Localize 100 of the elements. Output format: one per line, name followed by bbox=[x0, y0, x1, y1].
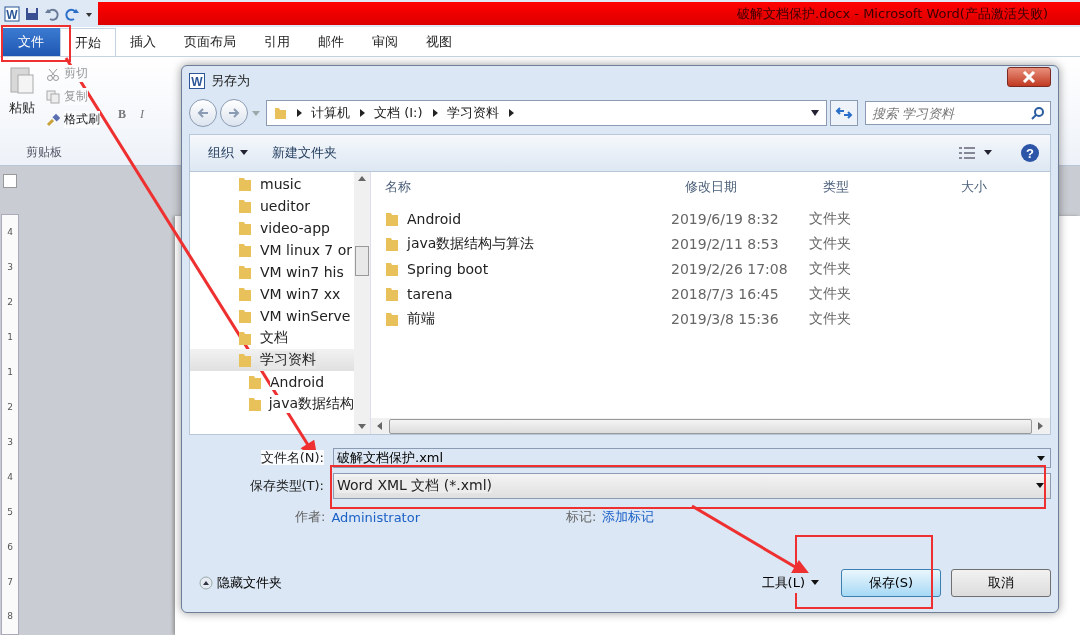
caret-icon bbox=[240, 150, 248, 156]
date-cell-text: 2019/2/11 8:53 bbox=[671, 235, 780, 252]
chevron-icon[interactable] bbox=[358, 108, 366, 118]
tree-item[interactable]: ueditor bbox=[190, 195, 354, 217]
ruler-number: 2 bbox=[7, 297, 13, 308]
back-arrow-icon bbox=[196, 107, 210, 119]
author-label: 作者: bbox=[295, 508, 326, 526]
folder-icon bbox=[385, 285, 399, 302]
scissors-icon[interactable] bbox=[46, 66, 60, 81]
dialog-button[interactable]: 保存(S) bbox=[841, 569, 941, 597]
folder-icon bbox=[385, 235, 399, 252]
group-label: 剪贴板 bbox=[25, 144, 62, 161]
help-icon[interactable]: ? bbox=[1020, 143, 1040, 163]
tree-item[interactable]: java数据结构 bbox=[190, 393, 354, 415]
file-name-cell[interactable]: tarena bbox=[371, 285, 671, 302]
folder-icon bbox=[385, 310, 399, 327]
close-icon bbox=[1022, 71, 1036, 83]
forward-arrow-icon bbox=[227, 107, 241, 119]
breadcrumb[interactable]: 计算机 bbox=[311, 104, 350, 122]
tree-item[interactable]: VM win7 xx bbox=[190, 283, 354, 305]
breadcrumb[interactable]: 文档 (I:) bbox=[374, 104, 423, 122]
ruler-number: 4 bbox=[7, 471, 13, 482]
chevron-icon[interactable] bbox=[506, 108, 515, 118]
scroll-down-icon[interactable] bbox=[358, 424, 366, 430]
folder-icon bbox=[238, 220, 252, 236]
tree-item[interactable]: video-app bbox=[190, 217, 354, 239]
add-tags-link[interactable]: 添加标记 bbox=[602, 508, 655, 526]
ruler-number: 2 bbox=[7, 402, 13, 412]
folder-icon bbox=[238, 330, 252, 346]
tree-item[interactable]: 文档 bbox=[190, 327, 354, 349]
tags-label: 标记: bbox=[566, 508, 597, 526]
search-field[interactable]: 搜索 学习资料 bbox=[865, 101, 1051, 125]
ribbon-tab[interactable]: 邮件 bbox=[304, 28, 358, 56]
refresh-button[interactable] bbox=[830, 100, 858, 126]
hide-folders-button[interactable]: 隐藏文件夹 bbox=[189, 574, 292, 592]
scroll-up-icon[interactable] bbox=[358, 176, 366, 182]
ruler-number: 3 bbox=[7, 262, 13, 273]
caret-icon bbox=[811, 580, 819, 586]
author-link[interactable]: Administrator bbox=[331, 509, 420, 525]
folder-icon bbox=[238, 198, 252, 214]
tree-item[interactable]: Android bbox=[190, 371, 354, 393]
chevron-icon[interactable] bbox=[295, 108, 303, 118]
format-painter-label[interactable]: 格式刷 bbox=[64, 111, 100, 128]
ruler-number: 6 bbox=[7, 541, 13, 552]
ribbon-tab[interactable]: 引用 bbox=[250, 28, 304, 56]
tree-item[interactable]: music bbox=[190, 173, 354, 195]
scroll-left-icon[interactable] bbox=[377, 422, 383, 430]
save-icon[interactable] bbox=[24, 5, 40, 22]
close-button[interactable] bbox=[1007, 67, 1051, 87]
vertical-scrollbar[interactable] bbox=[354, 172, 370, 434]
address-bar[interactable]: 计算机 文档 (I:) 学习资料 bbox=[266, 100, 827, 126]
ruler-number: 4 bbox=[7, 227, 13, 238]
scroll-right-icon[interactable] bbox=[1038, 422, 1044, 430]
file-name-cell[interactable]: java数据结构与算法 bbox=[371, 234, 671, 253]
column-header[interactable]: 修改日期 bbox=[677, 178, 815, 196]
type-cell-text: 文件夹 bbox=[809, 209, 852, 228]
search-icon bbox=[1031, 106, 1045, 120]
paste-label[interactable]: 粘贴 bbox=[9, 99, 35, 117]
chevron-icon[interactable] bbox=[430, 108, 439, 118]
type-cell-text: 文件夹 bbox=[809, 234, 852, 253]
dialog-button[interactable]: 取消 bbox=[951, 569, 1051, 597]
scroll-thumb[interactable] bbox=[355, 246, 369, 276]
tree-item[interactable]: VM win7 his bbox=[190, 261, 354, 283]
ribbon-tab[interactable]: 审阅 bbox=[358, 28, 412, 56]
file-name-cell[interactable]: Android bbox=[371, 210, 671, 227]
folder-icon bbox=[238, 264, 252, 280]
tab-selector-icon[interactable] bbox=[3, 174, 17, 188]
column-header[interactable]: 名称 bbox=[371, 178, 677, 196]
type-cell-text: 文件夹 bbox=[809, 284, 852, 303]
file-name-field[interactable]: 破解文档保护.xml bbox=[333, 448, 1051, 468]
new-folder-button[interactable]: 新建文件夹 bbox=[264, 140, 345, 166]
font-style-button[interactable]: I bbox=[140, 107, 144, 122]
column-header[interactable]: 大小 bbox=[953, 178, 987, 196]
ribbon-tab[interactable]: 开始 bbox=[60, 28, 116, 56]
tree-item[interactable]: 学习资料 bbox=[190, 349, 354, 371]
ribbon-tab[interactable]: 文件 bbox=[2, 28, 60, 56]
font-style-button[interactable]: B bbox=[118, 107, 126, 122]
ribbon-tab[interactable]: 插入 bbox=[116, 28, 170, 56]
column-header[interactable]: 类型 bbox=[815, 178, 953, 196]
save-type-label: 保存类型(T): bbox=[248, 477, 325, 495]
tree-item[interactable]: VM linux 7 or bbox=[190, 239, 354, 261]
date-cell-text: 2019/3/8 15:36 bbox=[671, 310, 780, 327]
dropdown-icon[interactable] bbox=[810, 109, 820, 117]
folder-icon bbox=[248, 374, 262, 390]
folder-icon bbox=[248, 396, 261, 412]
view-list-icon[interactable] bbox=[958, 146, 976, 160]
ribbon-tab[interactable]: 视图 bbox=[412, 28, 466, 56]
type-cell-text: 文件夹 bbox=[809, 309, 852, 328]
ribbon-tab[interactable]: 页面布局 bbox=[170, 28, 250, 56]
organize-button[interactable]: 组织 bbox=[200, 140, 256, 166]
dropdown-icon[interactable] bbox=[1037, 456, 1045, 462]
caret-icon[interactable] bbox=[984, 150, 992, 156]
tree-item[interactable]: VM winServe bbox=[190, 305, 354, 327]
brush-icon[interactable] bbox=[46, 112, 60, 127]
forward-button[interactable] bbox=[220, 99, 248, 127]
back-button[interactable] bbox=[189, 99, 217, 127]
breadcrumb[interactable]: 学习资料 bbox=[446, 104, 499, 122]
file-name-cell[interactable]: 前端 bbox=[371, 309, 671, 328]
file-name-cell[interactable]: Spring boot bbox=[371, 260, 671, 277]
save-type-dropdown[interactable]: Word XML 文档 (*.xml) bbox=[333, 473, 1051, 499]
